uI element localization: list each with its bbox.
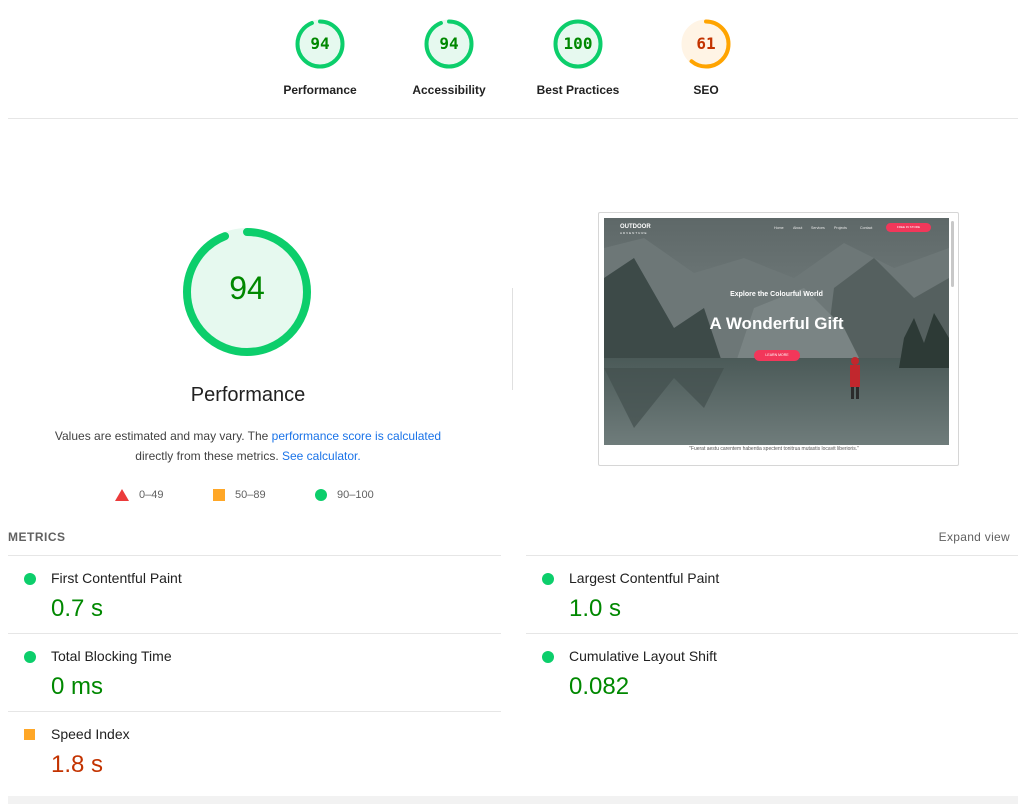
metrics-divider bbox=[526, 633, 1018, 634]
metrics-divider bbox=[526, 555, 1018, 556]
metrics-divider bbox=[8, 633, 501, 634]
performance-description: Values are estimated and may vary. The p… bbox=[38, 426, 458, 466]
performance-score-link[interactable]: performance score is calculated bbox=[272, 429, 441, 443]
metrics-divider bbox=[8, 555, 501, 556]
metric-value: 0.7 s bbox=[51, 595, 104, 622]
screenshot-scrollbar bbox=[951, 221, 954, 287]
final-screenshot[interactable]: OUTDOOR ADVENTURE Home About Services Pr… bbox=[598, 212, 959, 466]
gauge-performance[interactable]: 94 Performance bbox=[270, 18, 370, 97]
legend-range: 50–89 bbox=[235, 489, 266, 501]
pass-circle-icon bbox=[542, 651, 554, 663]
gauge-accessibility[interactable]: 94 Accessibility bbox=[399, 18, 499, 97]
gauge-label: Best Practices bbox=[536, 83, 620, 97]
nav-item: Projects bbox=[834, 226, 847, 230]
screenshot-eyebrow: Explore the Colourful World bbox=[730, 291, 823, 298]
metric-total-blocking-time: Total Blocking Time 0 ms bbox=[8, 635, 478, 711]
metric-cumulative-layout-shift: Cumulative Layout Shift 0.082 bbox=[526, 635, 996, 711]
expand-view-toggle[interactable]: Expand view bbox=[939, 530, 1010, 544]
metric-value: 1.8 s bbox=[51, 751, 104, 778]
gauge-ring: 94 bbox=[423, 18, 475, 70]
gauge-ring: 61 bbox=[680, 18, 732, 70]
gauge-ring: 100 bbox=[552, 18, 604, 70]
gauge-ring: 94 bbox=[294, 18, 346, 70]
gauge-label: SEO bbox=[693, 83, 719, 97]
legend-pass: 90–100 bbox=[315, 488, 374, 502]
score-summary: 94 Performance 94 Accessibility 100 Best… bbox=[0, 0, 1024, 119]
metrics-heading: METRICS bbox=[8, 530, 66, 544]
metric-label: Largest Contentful Paint bbox=[569, 570, 720, 586]
metric-value: 1.0 s bbox=[569, 595, 622, 622]
average-square-icon bbox=[24, 729, 35, 740]
circle-icon bbox=[315, 489, 327, 502]
gauge-score: 61 bbox=[696, 34, 716, 53]
metric-label: Cumulative Layout Shift bbox=[569, 648, 717, 664]
nav-item: Home bbox=[774, 226, 784, 230]
metric-label: Total Blocking Time bbox=[51, 648, 172, 664]
gauge-score: 94 bbox=[310, 34, 330, 53]
metric-speed-index: Speed Index 1.8 s bbox=[8, 713, 478, 789]
desc-prefix: Values are estimated and may vary. The bbox=[54, 429, 272, 443]
legend-range: 90–100 bbox=[337, 489, 374, 501]
metric-label: Speed Index bbox=[51, 726, 130, 742]
performance-title: Performance bbox=[190, 384, 306, 406]
section-divider bbox=[512, 288, 513, 390]
desc-middle: directly from these metrics. bbox=[135, 449, 279, 463]
screenshot-hero-button: LEARN MORE bbox=[754, 350, 800, 361]
legend-range: 0–49 bbox=[139, 489, 164, 501]
see-calculator-link[interactable]: See calculator. bbox=[282, 449, 361, 463]
performance-score: 94 bbox=[229, 270, 265, 306]
square-icon bbox=[213, 489, 225, 502]
gauge-score: 100 bbox=[563, 34, 593, 53]
pass-circle-icon bbox=[24, 573, 36, 585]
footer-bar bbox=[8, 796, 1018, 804]
pass-circle-icon bbox=[24, 651, 36, 663]
metrics-divider bbox=[8, 711, 501, 712]
nav-item: About bbox=[793, 226, 803, 230]
pass-circle-icon bbox=[542, 573, 554, 585]
nav-item: Services bbox=[811, 226, 825, 230]
metric-label: First Contentful Paint bbox=[51, 570, 182, 586]
screenshot-nav-cta: FREE IN STORE bbox=[886, 223, 931, 232]
performance-gauge: 94 bbox=[181, 226, 313, 358]
gauge-seo[interactable]: 61 SEO bbox=[656, 18, 756, 97]
metric-largest-contentful-paint: Largest Contentful Paint 1.0 s bbox=[526, 557, 996, 633]
nav-item: Contact bbox=[860, 226, 873, 230]
triangle-icon bbox=[115, 489, 129, 502]
screenshot-hero: OUTDOOR ADVENTURE Home About Services Pr… bbox=[604, 218, 949, 445]
screenshot-quote: "Fuerat aestu carentem habentia spectent… bbox=[689, 446, 859, 452]
screenshot-headline: A Wonderful Gift bbox=[709, 314, 844, 333]
metric-first-contentful-paint: First Contentful Paint 0.7 s bbox=[8, 557, 478, 633]
gauge-label: Performance bbox=[283, 83, 357, 97]
metric-value: 0.082 bbox=[569, 673, 630, 700]
gauge-best-practices[interactable]: 100 Best Practices bbox=[528, 18, 628, 97]
top-divider bbox=[8, 118, 1018, 119]
screenshot-brand: OUTDOOR ADVENTURE bbox=[620, 224, 651, 236]
legend-average: 50–89 bbox=[213, 488, 266, 502]
legend-fail: 0–49 bbox=[115, 488, 163, 502]
metric-value: 0 ms bbox=[51, 673, 104, 700]
brand-sub: ADVENTURE bbox=[620, 231, 648, 235]
gauge-score: 94 bbox=[439, 34, 459, 53]
gauge-label: Accessibility bbox=[412, 83, 486, 97]
